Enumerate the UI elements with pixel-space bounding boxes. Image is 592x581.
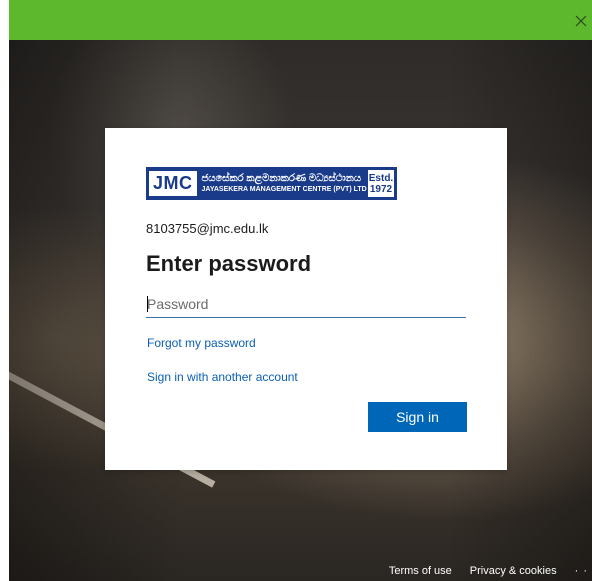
signin-window: JMC ජයසේකර කළමනාකරණ මධ්‍යස්ථානය JAYASEKE… — [0, 0, 592, 581]
privacy-cookies-link[interactable]: Privacy & cookies — [470, 565, 557, 577]
logo-name-english: JAYASEKERA MANAGEMENT CENTRE (PVT) LTD — [201, 186, 367, 193]
logo-name-sinhala: ජයසේකර කළමනාකරණ මධ්‍යස්ථානය — [201, 173, 362, 184]
forgot-password-link[interactable]: Forgot my password — [147, 336, 256, 350]
logo-estd-label: Estd. — [368, 172, 394, 184]
page-title: Enter password — [146, 251, 312, 276]
terms-of-use-link[interactable]: Terms of use — [389, 565, 452, 577]
logo-estd-badge: Estd. 1972 — [368, 170, 394, 197]
logo-text: ජයසේකර කළමනාකරණ මධ්‍යස්ථානය JAYASEKERA M… — [197, 173, 368, 194]
company-logo: JMC ජයසේකර කළමනාකරණ මධ්‍යස්ථානය JAYASEKE… — [146, 167, 397, 200]
close-icon — [575, 15, 587, 27]
footer: Terms of use Privacy & cookies · · — [9, 560, 592, 581]
signin-card: JMC ජයසේකර කළමනාකරණ මධ්‍යස්ථානය JAYASEKE… — [105, 128, 507, 470]
window-edge — [0, 0, 9, 581]
another-account-link[interactable]: Sign in with another account — [147, 370, 298, 384]
sign-in-button[interactable]: Sign in — [368, 402, 467, 432]
logo-abbr: JMC — [149, 171, 197, 196]
close-button[interactable] — [574, 14, 588, 28]
text-caret — [147, 296, 148, 312]
logo-estd-year: 1972 — [369, 183, 393, 195]
password-input[interactable] — [146, 291, 466, 318]
title-bar — [9, 0, 592, 40]
user-email: 8103755@jmc.edu.lk — [146, 221, 269, 236]
more-options-button[interactable]: · · — [575, 565, 588, 577]
